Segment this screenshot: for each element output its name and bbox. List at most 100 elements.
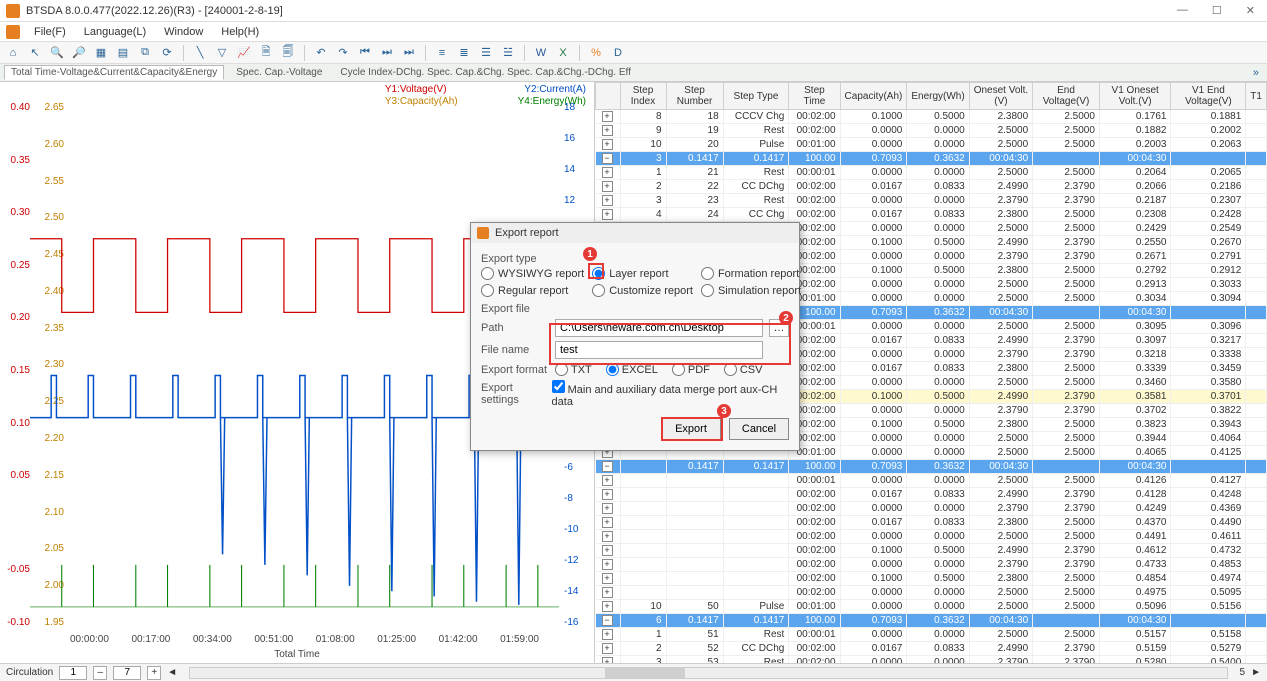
col-header[interactable]: Energy(Wh) bbox=[907, 83, 969, 110]
doc1-icon[interactable]: 🗎 bbox=[257, 44, 275, 62]
skip-next-icon[interactable]: ⏭ bbox=[378, 44, 396, 62]
expand-icon[interactable]: + bbox=[602, 587, 613, 598]
circ-from-minus[interactable]: – bbox=[93, 666, 107, 680]
table-row[interactable]: −60.14170.1417100.000.70930.363200:04:30… bbox=[596, 614, 1267, 628]
expand-icon[interactable]: + bbox=[602, 531, 613, 542]
export-button[interactable]: Export bbox=[661, 418, 721, 440]
expand-icon[interactable]: + bbox=[602, 139, 613, 150]
tab-cycle-index[interactable]: Cycle Index-DChg. Spec. Cap.&Chg. Spec. … bbox=[334, 66, 637, 79]
col-header[interactable]: Step Time bbox=[789, 83, 840, 110]
expand-icon[interactable]: + bbox=[602, 657, 613, 663]
tab-spec-cap[interactable]: Spec. Cap.-Voltage bbox=[230, 66, 328, 79]
col-header[interactable]: Capacity(Ah) bbox=[840, 83, 907, 110]
export-format-option[interactable]: TXT bbox=[555, 363, 592, 376]
close-button[interactable]: ✕ bbox=[1240, 4, 1261, 17]
export-type-option[interactable]: Layer report bbox=[592, 267, 693, 280]
expand-icon[interactable]: + bbox=[602, 559, 613, 570]
export-type-option[interactable]: Simulation report bbox=[701, 284, 801, 297]
expand-icon[interactable]: + bbox=[602, 167, 613, 178]
table-row[interactable]: +00:02:000.00000.00002.37902.37900.47330… bbox=[596, 558, 1267, 572]
table-row[interactable]: +00:00:010.00000.00002.50002.50000.41260… bbox=[596, 474, 1267, 488]
table-row[interactable]: +222CC DChg00:02:000.01670.08332.49902.3… bbox=[596, 180, 1267, 194]
expand-icon[interactable]: + bbox=[602, 209, 613, 220]
skip-prev-icon[interactable]: ⏮ bbox=[356, 44, 374, 62]
expand-icon[interactable]: + bbox=[602, 517, 613, 528]
circulation-to[interactable] bbox=[113, 666, 141, 680]
hscrollbar[interactable] bbox=[189, 667, 1227, 679]
col-header[interactable]: Step Index bbox=[620, 83, 666, 110]
col-header[interactable]: Step Type bbox=[723, 83, 789, 110]
table-row[interactable]: +00:02:000.01670.08332.49902.37900.41280… bbox=[596, 488, 1267, 502]
table-row[interactable]: +323Rest00:02:000.00000.00002.37902.3790… bbox=[596, 194, 1267, 208]
table-row[interactable]: +00:02:000.00000.00002.37902.37900.42490… bbox=[596, 502, 1267, 516]
cursor-icon[interactable]: ↖ bbox=[26, 44, 44, 62]
home-icon[interactable]: ⌂ bbox=[4, 44, 22, 62]
cancel-button[interactable]: Cancel bbox=[729, 418, 789, 440]
export-format-option[interactable]: PDF bbox=[672, 363, 710, 376]
rows2-icon[interactable]: ≣ bbox=[455, 44, 473, 62]
table-row[interactable]: +121Rest00:00:010.00000.00002.50002.5000… bbox=[596, 166, 1267, 180]
expand-icon[interactable]: + bbox=[602, 489, 613, 500]
rows1-icon[interactable]: ≡ bbox=[433, 44, 451, 62]
menu-file[interactable]: File(F) bbox=[26, 24, 74, 40]
expand-icon[interactable]: + bbox=[602, 601, 613, 612]
scroll-left-icon[interactable]: ◄ bbox=[167, 667, 177, 678]
zoom-icon[interactable]: 🔍 bbox=[48, 44, 66, 62]
tabs-scroll[interactable]: » bbox=[1249, 67, 1263, 79]
tab-total-time[interactable]: Total Time-Voltage&Current&Capacity&Ener… bbox=[4, 65, 224, 80]
export-type-option[interactable]: WYSIWYG report bbox=[481, 267, 584, 280]
table-row[interactable]: +919Rest00:02:000.00000.00002.50002.5000… bbox=[596, 124, 1267, 138]
expand-icon[interactable]: + bbox=[602, 475, 613, 486]
doc2-icon[interactable]: 🗐 bbox=[279, 44, 297, 62]
col-header[interactable]: V1 End Voltage(V) bbox=[1171, 83, 1246, 110]
col-header[interactable]: Step Number bbox=[666, 83, 723, 110]
table-row[interactable]: +424CC Chg00:02:000.01670.08332.38002.50… bbox=[596, 208, 1267, 222]
redo-icon[interactable]: ↷ bbox=[334, 44, 352, 62]
skip-end-icon[interactable]: ⏭ bbox=[400, 44, 418, 62]
collapse-icon[interactable]: − bbox=[602, 153, 613, 164]
chart-icon[interactable]: 📈 bbox=[235, 44, 253, 62]
table-row[interactable]: +00:02:000.00000.00002.50002.50000.44910… bbox=[596, 530, 1267, 544]
rows3-icon[interactable]: ☰ bbox=[477, 44, 495, 62]
percent-icon[interactable]: % bbox=[587, 44, 605, 62]
col-header[interactable]: End Voltage(V) bbox=[1033, 83, 1100, 110]
maximize-button[interactable]: ☐ bbox=[1206, 4, 1228, 17]
export-type-option[interactable]: Formation report bbox=[701, 267, 801, 280]
export-format-option[interactable]: CSV bbox=[724, 363, 763, 376]
table-row[interactable]: +151Rest00:00:010.00000.00002.50002.5000… bbox=[596, 628, 1267, 642]
menu-help[interactable]: Help(H) bbox=[213, 24, 267, 40]
table-row[interactable]: +00:02:000.10000.50002.38002.50000.48540… bbox=[596, 572, 1267, 586]
filename-input[interactable] bbox=[555, 341, 763, 359]
expand-icon[interactable]: + bbox=[602, 125, 613, 136]
expand-icon[interactable]: + bbox=[602, 545, 613, 556]
settings-checkbox[interactable]: Main and auxiliary data merge port aux-C… bbox=[552, 380, 789, 408]
table-row[interactable]: −0.14170.1417100.000.70930.363200:04:300… bbox=[596, 460, 1267, 474]
expand-icon[interactable]: + bbox=[602, 503, 613, 514]
table-row[interactable]: +353Rest00:02:000.00000.00002.37902.3790… bbox=[596, 656, 1267, 664]
rows4-icon[interactable]: ☱ bbox=[499, 44, 517, 62]
col-header[interactable] bbox=[596, 83, 621, 110]
export-format-option[interactable]: EXCEL bbox=[606, 363, 658, 376]
minimize-button[interactable]: — bbox=[1171, 4, 1194, 17]
circulation-from[interactable] bbox=[59, 666, 87, 680]
menu-language[interactable]: Language(L) bbox=[76, 24, 154, 40]
col-header[interactable]: T1 bbox=[1246, 83, 1267, 110]
filter-icon[interactable]: ▽ bbox=[213, 44, 231, 62]
menu-window[interactable]: Window bbox=[156, 24, 211, 40]
word-icon[interactable]: W bbox=[532, 44, 550, 62]
grid-icon[interactable]: ▦ bbox=[92, 44, 110, 62]
scroll-right-icon[interactable]: ► bbox=[1251, 667, 1261, 678]
table-row[interactable]: −30.14170.1417100.000.70930.363200:04:30… bbox=[596, 152, 1267, 166]
table-row[interactable]: +00:02:000.10000.50002.49902.37900.46120… bbox=[596, 544, 1267, 558]
export-type-option[interactable]: Customize report bbox=[592, 284, 693, 297]
table-icon[interactable]: ▤ bbox=[114, 44, 132, 62]
table-row[interactable]: +1050Pulse00:01:000.00000.00002.50002.50… bbox=[596, 600, 1267, 614]
refresh-icon[interactable]: ⟳ bbox=[158, 44, 176, 62]
excel-icon[interactable]: X bbox=[554, 44, 572, 62]
expand-icon[interactable]: + bbox=[602, 629, 613, 640]
table-row[interactable]: +1020Pulse00:01:000.00000.00002.50002.50… bbox=[596, 138, 1267, 152]
expand-icon[interactable]: + bbox=[602, 573, 613, 584]
collapse-icon[interactable]: − bbox=[602, 461, 613, 472]
table-row[interactable]: +818CCCV Chg00:02:000.10000.50002.38002.… bbox=[596, 110, 1267, 124]
col-header[interactable]: V1 Oneset Volt.(V) bbox=[1099, 83, 1171, 110]
